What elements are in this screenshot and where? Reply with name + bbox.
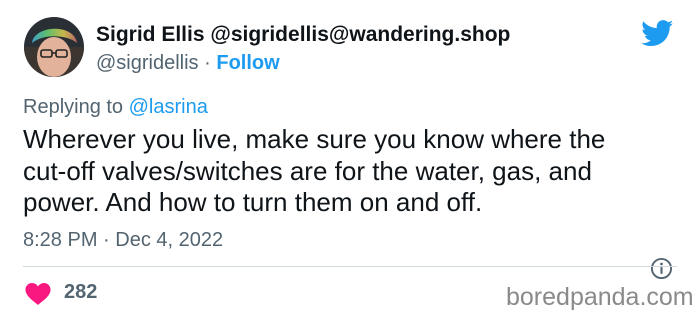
reply-prefix: Replying to xyxy=(23,96,124,118)
tweet-text-line: power. And how to turn them on and off. xyxy=(23,187,483,217)
tweet-text-line: Wherever you live, make sure you know wh… xyxy=(23,124,606,154)
reply-mention-link[interactable]: @lasrina xyxy=(129,96,208,118)
tweet-text-line: cut-off valves/switches are for the wate… xyxy=(23,155,592,186)
author-handle-row: @sigridellis · Follow xyxy=(96,52,280,75)
heart-icon[interactable] xyxy=(25,283,51,305)
tweet-timestamp[interactable]: 8:28 PM · Dec 4, 2022 xyxy=(23,229,223,252)
info-icon[interactable] xyxy=(650,257,673,280)
avatar[interactable] xyxy=(24,17,84,77)
divider xyxy=(23,266,677,267)
author-handle[interactable]: @sigridellis xyxy=(96,52,199,74)
handle-separator: · xyxy=(204,52,211,74)
like-count[interactable]: 282 xyxy=(64,281,97,304)
follow-button[interactable]: Follow xyxy=(216,52,279,74)
twitter-bird-icon[interactable] xyxy=(641,20,674,47)
watermark: boredpanda.com xyxy=(506,283,694,311)
reply-context: Replying to @lasrina xyxy=(23,96,208,119)
author-display-name[interactable]: Sigrid Ellis @sigridellis@wandering.shop xyxy=(96,23,510,47)
tweet-text: Wherever you live, make sure you know wh… xyxy=(23,124,683,219)
avatar-image xyxy=(24,17,84,77)
